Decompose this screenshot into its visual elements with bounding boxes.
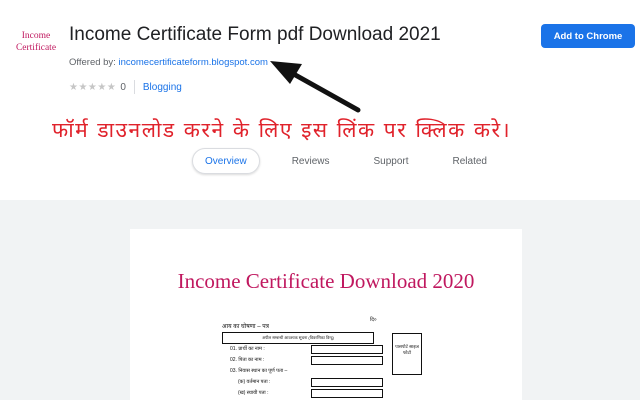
download-instruction: फॉर्म डाउनलोड करने के लिए इस लिंक पर क्ल…: [52, 118, 512, 142]
detail-tabs: Overview Reviews Support Related: [192, 148, 519, 174]
tab-overview[interactable]: Overview: [192, 148, 260, 174]
tab-related[interactable]: Related: [441, 149, 499, 173]
form-field-box: [311, 356, 383, 365]
form-date-label: दि०: [370, 317, 377, 323]
extension-header: Income Certificate Income Certificate Fo…: [0, 0, 640, 200]
form-field-label: 03. निवास स्थान का पूर्ण पता –: [230, 368, 288, 374]
tab-reviews[interactable]: Reviews: [280, 149, 342, 173]
form-field-box: [311, 378, 383, 387]
form-subheading: अपील सम्बन्धी आवश्यक सूचना (विवरणिका विन…: [222, 332, 374, 344]
form-field-box: [311, 389, 383, 398]
form-field-label: (ख) स्थायी पता :: [238, 390, 269, 396]
form-heading: आय का घोषणा – पत्र: [222, 324, 269, 330]
form-field-label: 01. प्रार्थी का नाम :: [230, 346, 265, 352]
screenshot-title: Income Certificate Download 2020: [177, 269, 475, 293]
screenshot-preview[interactable]: Income Certificate Download 2020 आय का घ…: [130, 229, 522, 400]
form-field-label: 02. पिता का नाम :: [230, 357, 265, 363]
photo-box: पासपोर्ट साइज फोटो: [392, 333, 422, 375]
screenshot-gallery: Income Certificate Download 2020 आय का घ…: [0, 200, 640, 400]
form-field-box: [311, 345, 383, 354]
tab-support[interactable]: Support: [361, 149, 420, 173]
form-field-label: (क) वर्तमान पता :: [238, 379, 271, 385]
